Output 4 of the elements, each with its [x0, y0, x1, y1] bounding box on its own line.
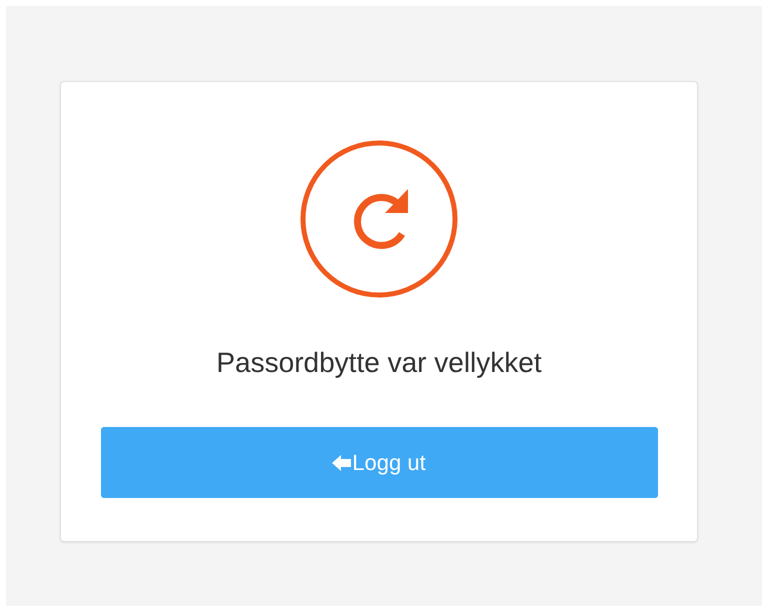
arrow-left-icon — [332, 454, 352, 472]
logout-button[interactable]: Logg ut — [100, 427, 658, 498]
success-message: Passordbytte var vellykket — [215, 346, 543, 380]
refresh-icon — [299, 139, 459, 299]
